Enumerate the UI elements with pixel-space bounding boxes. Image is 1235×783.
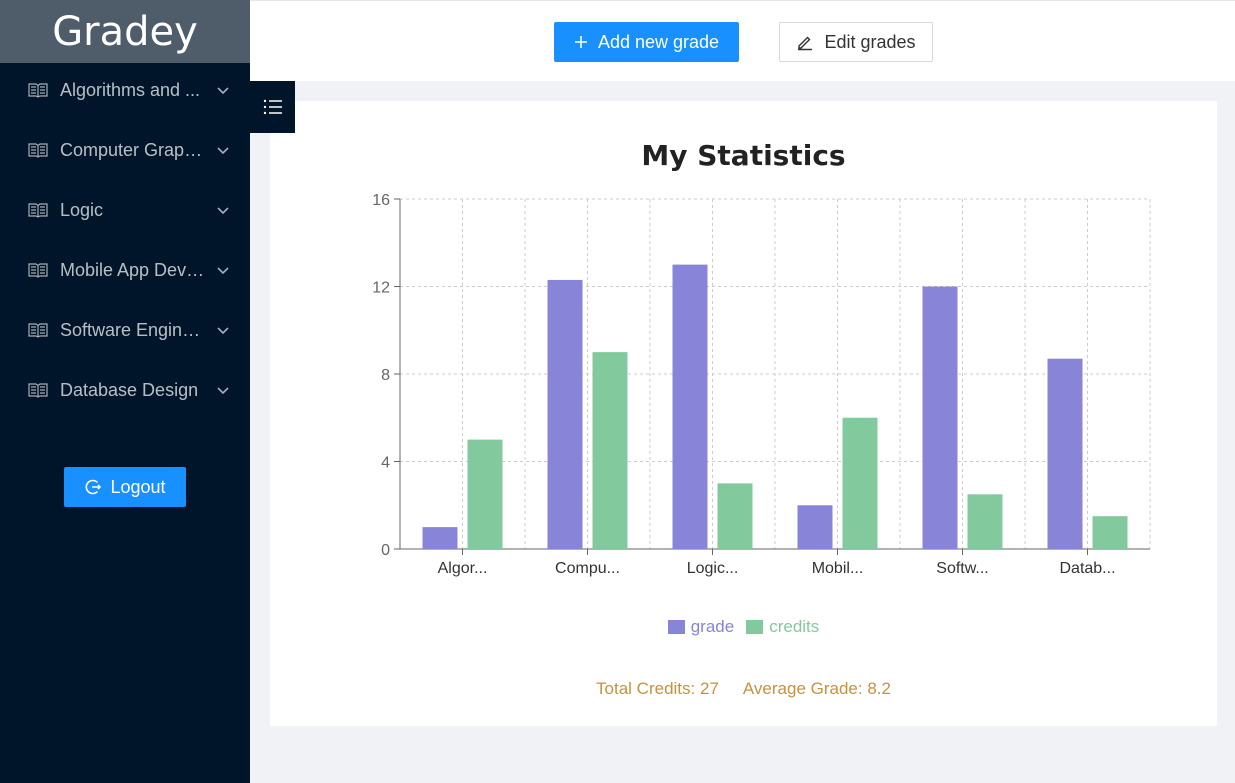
bar-credits [967,494,1003,549]
y-tick-label: 12 [372,280,390,297]
legend-item-credits[interactable]: credits [746,617,819,637]
book-icon [28,323,48,338]
chevron-down-icon [217,87,229,95]
chevron-down-icon [217,327,229,335]
edit-grades-button[interactable]: Edit grades [779,22,933,62]
chart-legend: grade credits [270,617,1217,637]
bar-credits [592,352,628,549]
chevron-down-icon [217,207,229,215]
x-tick-label: Mobil... [812,560,864,577]
chevron-down-icon [217,147,229,155]
bar-grade [422,527,458,549]
bar-grade [672,264,708,549]
legend-label-credits: credits [769,617,820,636]
sidebar-item-mobile-app[interactable]: Mobile App Deve... [0,240,250,300]
sidebar-item-label: Database Design [60,379,199,400]
summary-row: Total Credits: 27 Average Grade: 8.2 [270,679,1217,699]
bar-grade [1047,358,1083,549]
bar-credits [467,439,503,549]
app-logo: Gradey [0,0,250,63]
x-tick-label: Algor... [438,560,488,577]
add-grade-button[interactable]: Add new grade [554,22,739,62]
book-icon [28,143,48,158]
plus-icon [574,36,587,48]
legend-swatch-credits [746,620,764,634]
legend-swatch-grade [667,620,685,634]
book-icon [28,383,48,398]
course-menu: Algorithms and ... Computer Graphi... Lo… [0,63,250,423]
y-tick-label: 8 [381,367,390,384]
sidebar-item-logic[interactable]: Logic [0,180,250,240]
y-tick-label: 4 [381,455,390,472]
legend-label-grade: grade [690,617,735,636]
average-grade-text: Average Grade: 8.2 [742,679,891,698]
logout-label: Logout [110,476,166,497]
logout-button[interactable]: Logout [64,467,186,507]
legend-item-grade[interactable]: grade [667,617,735,637]
total-credits-text: Total Credits: 27 [596,679,719,698]
sidebar-toggle-button[interactable] [250,81,295,133]
logout-icon [86,479,102,495]
sidebar-item-computer-graphics[interactable]: Computer Graphi... [0,120,250,180]
sidebar-item-software-engineering[interactable]: Software Enginee... [0,300,250,360]
statistics-card: My Statistics 0 4 8 12 16 Algor... Compu... Log… [270,101,1217,726]
edit-icon [798,36,813,51]
x-tick-label: Logic... [687,560,739,577]
top-toolbar: Add new grade Edit grades [250,0,1235,81]
bar-grade [922,286,958,549]
y-tick-label: 16 [372,192,390,209]
logout-container: Logout [0,467,250,507]
bar-credits [717,483,753,549]
chevron-down-icon [217,387,229,395]
bar-credits [1092,516,1128,549]
sidebar-item-label: Logic [60,199,104,220]
sidebar-item-label: Computer Graphi... [60,139,208,160]
x-tick-label: Compu... [555,560,620,577]
add-grade-label: Add new grade [597,31,720,52]
book-icon [28,263,48,278]
sidebar-item-label: Algorithms and ... [60,79,201,100]
bar-grade [797,505,833,549]
sidebar: Gradey Algorithms and ... Computer Graph… [0,0,250,783]
x-tick-label: Datab... [1059,560,1115,577]
chevron-down-icon [217,267,229,275]
edit-grades-label: Edit grades [824,31,916,52]
book-icon [28,83,48,98]
x-tick-label: Softw... [936,560,988,577]
book-icon [28,203,48,218]
y-tick-label: 0 [381,542,390,559]
sidebar-item-label: Mobile App Deve... [60,259,208,280]
bar-grade [547,279,583,549]
menu-unfold-icon [263,99,282,115]
bar-credits [842,417,878,549]
sidebar-item-label: Software Enginee... [60,319,208,340]
sidebar-item-algorithms[interactable]: Algorithms and ... [0,60,250,120]
sidebar-item-database-design[interactable]: Database Design [0,360,250,420]
